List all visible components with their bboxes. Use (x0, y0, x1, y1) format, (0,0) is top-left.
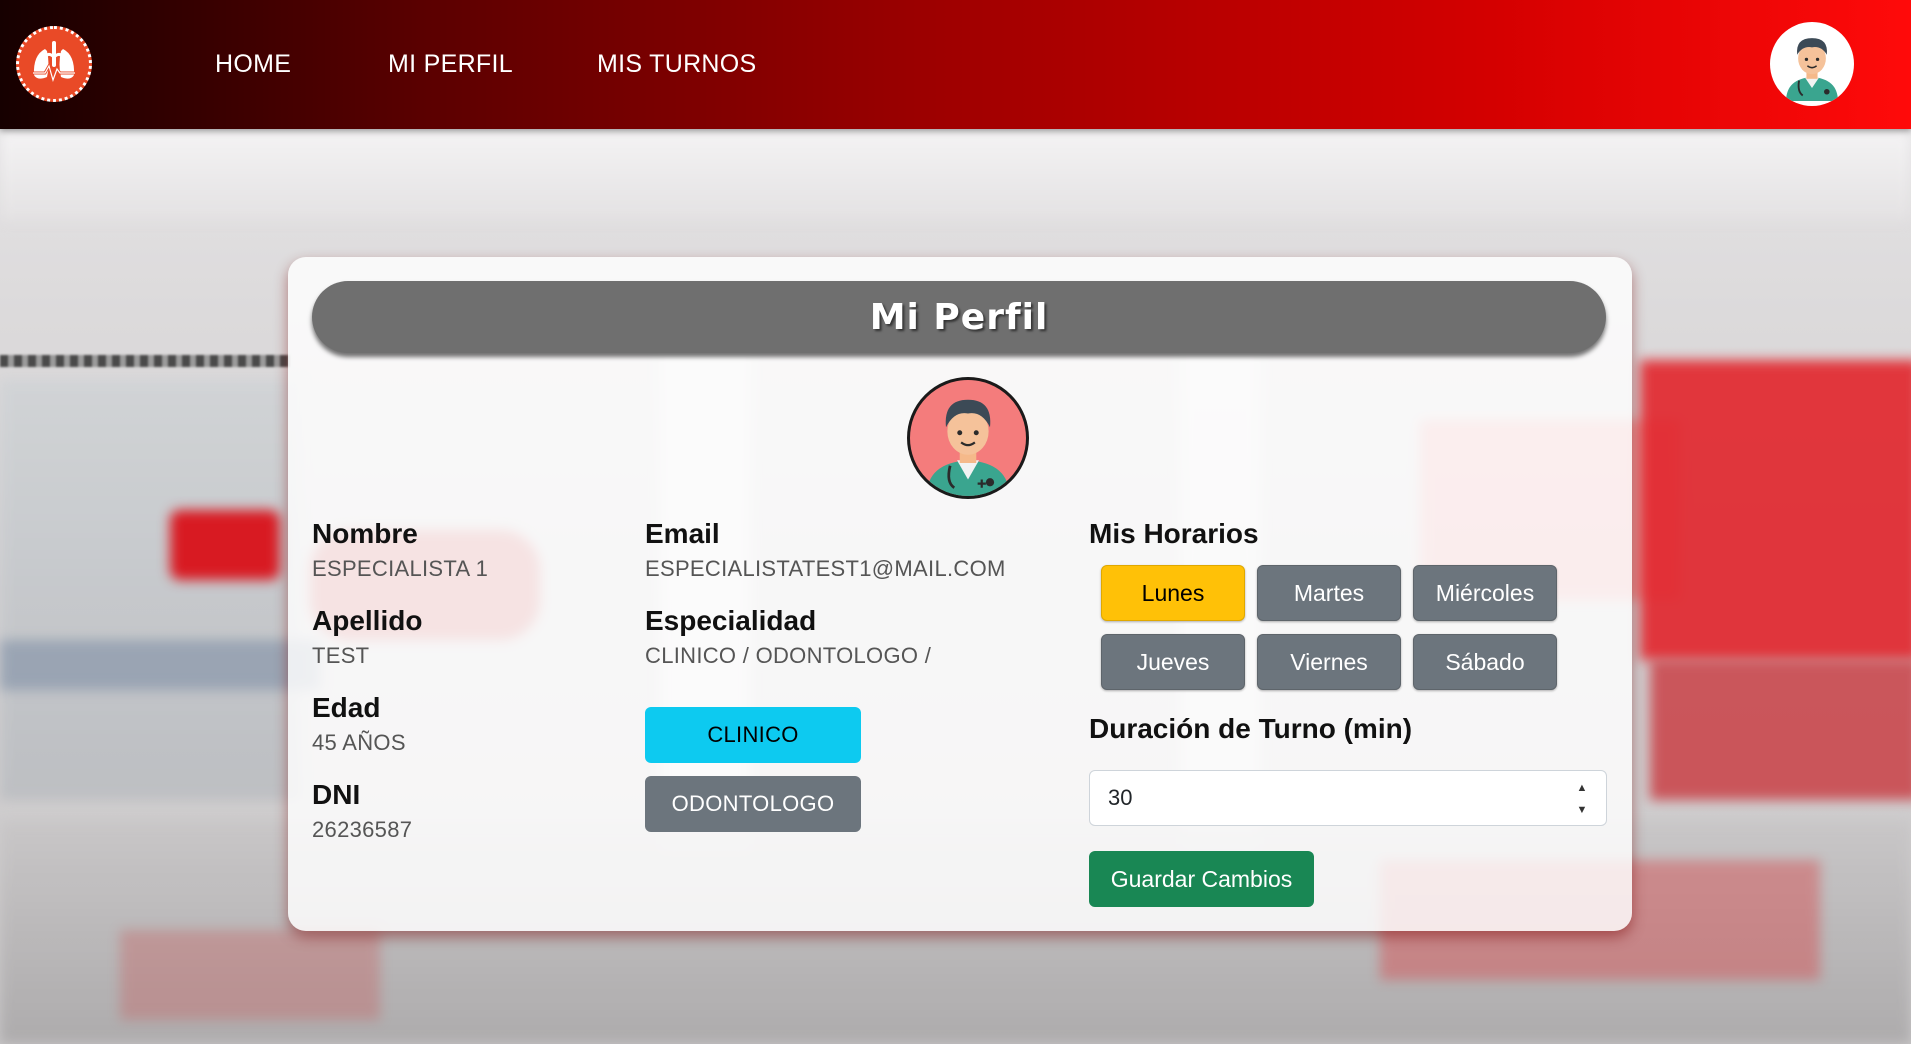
apellido-label: Apellido (312, 605, 423, 636)
especialidad-label: Especialidad (645, 605, 817, 636)
edad-value: 45 AÑOS (312, 730, 406, 755)
specialty-clinico-button[interactable]: CLINICO (645, 707, 861, 763)
day-miercoles-button[interactable]: Miércoles (1413, 565, 1557, 621)
mis-horarios-label: Mis Horarios (1089, 518, 1259, 549)
user-avatar-icon[interactable] (1770, 22, 1854, 106)
edad-label: Edad (312, 692, 381, 723)
day-lunes-button[interactable]: Lunes (1101, 565, 1245, 621)
nombre-label: Nombre (312, 518, 418, 549)
duracion-turno-value: 30 (1108, 785, 1133, 810)
page-title: Mi Perfil (312, 281, 1606, 353)
doctor-avatar-icon (907, 377, 1029, 499)
email-label: Email (645, 518, 720, 549)
nav-mi-perfil-link[interactable]: MI PERFIL (388, 50, 513, 79)
duracion-turno-input[interactable]: 30 ▲ ▼ (1089, 770, 1607, 826)
apellido-value: TEST (312, 643, 370, 668)
nav-home-link[interactable]: HOME (215, 50, 291, 79)
number-spinner[interactable]: ▲ ▼ (1572, 782, 1592, 816)
dni-value: 26236587 (312, 817, 413, 842)
spinner-down-icon[interactable]: ▼ (1577, 804, 1588, 816)
day-viernes-button[interactable]: Viernes (1257, 634, 1401, 690)
lungs-logo-icon[interactable] (16, 26, 92, 102)
nav-mis-turnos-link[interactable]: MIS TURNOS (597, 50, 757, 79)
specialty-odontologo-button[interactable]: ODONTOLOGO (645, 776, 861, 832)
profile-card: Mi Perfil Nombre ESPECIALISTA 1 Apellido… (288, 257, 1632, 931)
nombre-value: ESPECIALISTA 1 (312, 556, 489, 581)
especialidad-value: CLINICO / ODONTOLOGO / (645, 643, 932, 668)
dni-label: DNI (312, 779, 361, 810)
day-sabado-button[interactable]: Sábado (1413, 634, 1557, 690)
day-jueves-button[interactable]: Jueves (1101, 634, 1245, 690)
day-martes-button[interactable]: Martes (1257, 565, 1401, 621)
email-value: ESPECIALISTATEST1@MAIL.COM (645, 556, 1006, 581)
guardar-cambios-button[interactable]: Guardar Cambios (1089, 851, 1314, 907)
navbar: HOME MI PERFIL MIS TURNOS (0, 0, 1911, 129)
spinner-up-icon[interactable]: ▲ (1577, 782, 1588, 794)
duracion-turno-label: Duración de Turno (min) (1089, 713, 1413, 744)
